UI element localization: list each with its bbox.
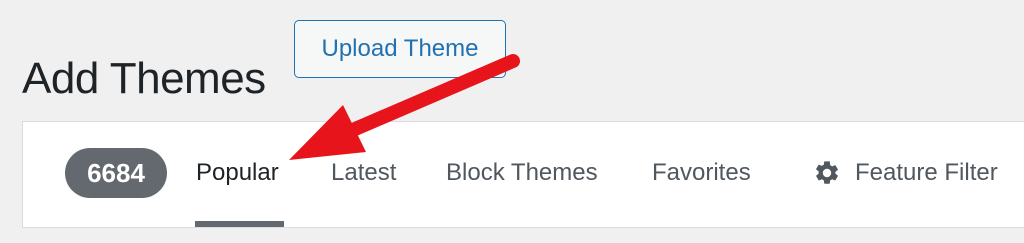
tab-favorites[interactable]: Favorites	[652, 155, 751, 191]
tab-current-indicator	[195, 221, 284, 227]
tab-popular[interactable]: Popular	[196, 155, 279, 191]
page-title: Add Themes	[22, 54, 266, 104]
feature-filter-button[interactable]: Feature Filter	[813, 155, 998, 191]
upload-theme-button[interactable]: Upload Theme	[294, 20, 506, 78]
gear-icon	[816, 161, 838, 184]
tab-block-themes[interactable]: Block Themes	[446, 155, 598, 191]
feature-filter-label: Feature Filter	[855, 159, 998, 186]
theme-count-badge: 6684	[65, 148, 167, 198]
tab-latest[interactable]: Latest	[331, 155, 396, 191]
